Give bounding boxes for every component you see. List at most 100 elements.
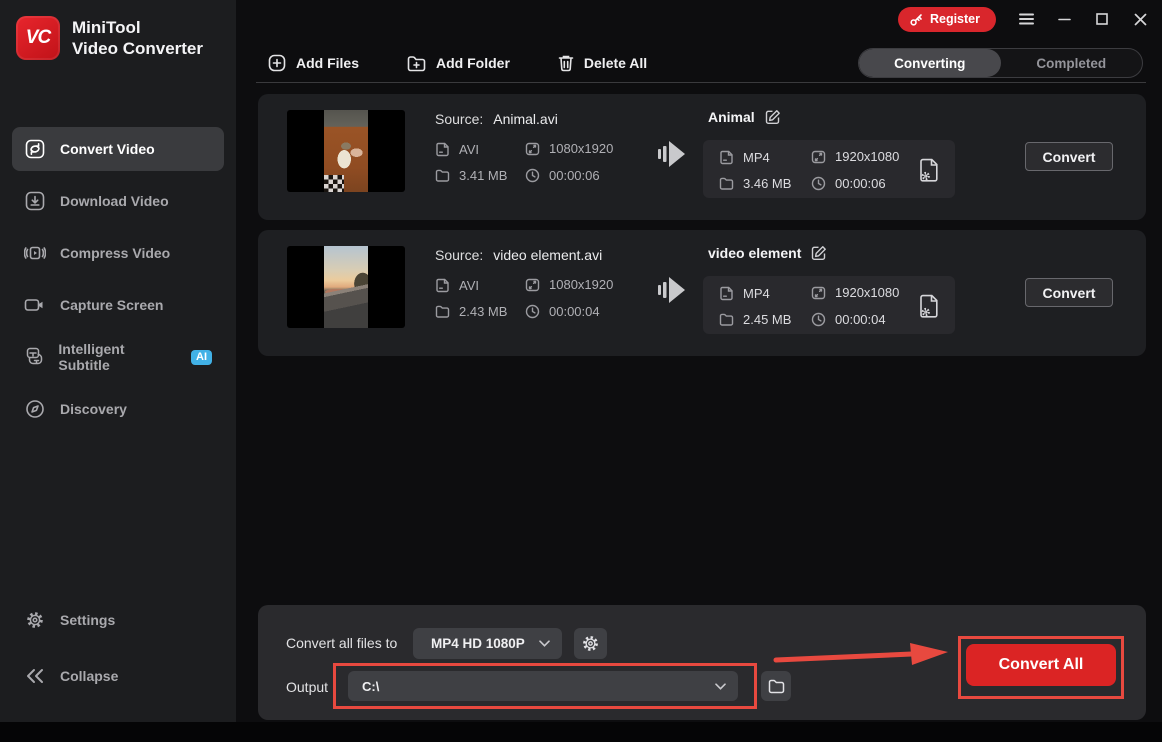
output-path-value: C:\ bbox=[362, 679, 715, 694]
source-duration-value: 00:00:06 bbox=[549, 168, 600, 183]
source-line: Source: Animal.avi bbox=[435, 111, 558, 127]
output-name-row: video element bbox=[708, 245, 827, 261]
intelligent-subtitle-icon bbox=[24, 346, 44, 368]
discovery-icon bbox=[24, 398, 46, 420]
source-size-value: 3.41 MB bbox=[459, 168, 507, 183]
sidebar-item-capture-screen[interactable]: Capture Screen bbox=[12, 283, 224, 327]
source-label: Source: bbox=[435, 111, 483, 127]
app-title: MiniTool Video Converter bbox=[72, 17, 203, 59]
edit-icon[interactable] bbox=[811, 245, 827, 261]
collapse-icon bbox=[24, 665, 46, 687]
capture-screen-icon bbox=[24, 294, 46, 316]
app-window: VC MiniTool Video Converter Convert Vide… bbox=[0, 0, 1162, 722]
convert-all-button[interactable]: Convert All bbox=[966, 644, 1116, 686]
resolution-icon bbox=[811, 150, 826, 164]
annotation-arrow bbox=[772, 638, 952, 672]
source-format-value: AVI bbox=[459, 142, 479, 157]
output-name: Animal bbox=[708, 109, 755, 125]
video-thumbnail bbox=[287, 110, 405, 192]
thumbnail-detail bbox=[324, 175, 344, 192]
source-duration: 00:00:04 bbox=[525, 304, 600, 319]
ai-badge: AI bbox=[191, 350, 212, 365]
folder-icon bbox=[719, 177, 734, 190]
delete-all-button[interactable]: Delete All bbox=[558, 48, 647, 78]
source-label: Source: bbox=[435, 247, 483, 263]
thumbnail-image bbox=[324, 110, 368, 192]
output-size: 2.45 MB bbox=[719, 312, 791, 327]
sidebar-item-compress-video[interactable]: Compress Video bbox=[12, 231, 224, 275]
output-resolution-value: 1920x1080 bbox=[835, 149, 899, 164]
gear-icon bbox=[24, 609, 46, 631]
thumbnail-image bbox=[324, 246, 368, 328]
convert-button[interactable]: Convert bbox=[1025, 278, 1113, 307]
output-size-value: 3.46 MB bbox=[743, 176, 791, 191]
clock-icon bbox=[525, 168, 540, 183]
delete-all-label: Delete All bbox=[584, 55, 647, 71]
preset-settings-button[interactable] bbox=[574, 628, 607, 659]
clock-icon bbox=[811, 312, 826, 327]
source-resolution-value: 1080x1920 bbox=[549, 277, 613, 292]
sidebar-item-label: Download Video bbox=[60, 193, 169, 209]
app-title-line2: Video Converter bbox=[72, 38, 203, 59]
file-format-icon bbox=[719, 285, 734, 301]
main-content: Add Files Add Folder Delete All Converti… bbox=[236, 0, 1162, 722]
file-settings-icon[interactable] bbox=[917, 291, 941, 319]
sidebar-item-label: Capture Screen bbox=[60, 297, 163, 313]
file-format-icon bbox=[719, 149, 734, 165]
folder-icon bbox=[435, 305, 450, 318]
output-size-value: 2.45 MB bbox=[743, 312, 791, 327]
tab-converting[interactable]: Converting bbox=[859, 49, 1001, 77]
output-duration: 00:00:04 bbox=[811, 312, 886, 327]
sidebar-item-collapse[interactable]: Collapse bbox=[12, 654, 224, 698]
file-format-icon bbox=[435, 141, 450, 157]
output-spec-box: MP4 1920x1080 3.46 MB 00:00:06 bbox=[703, 140, 955, 198]
app-title-line1: MiniTool bbox=[72, 17, 203, 38]
sidebar-item-convert-video[interactable]: Convert Video bbox=[12, 127, 224, 171]
source-size-value: 2.43 MB bbox=[459, 304, 507, 319]
output-label: Output bbox=[286, 679, 328, 695]
source-filename: Animal.avi bbox=[493, 111, 558, 127]
source-format: AVI bbox=[435, 277, 479, 293]
resolution-icon bbox=[525, 278, 540, 292]
forward-arrow-icon bbox=[658, 139, 686, 169]
browse-folder-button[interactable] bbox=[761, 671, 791, 701]
resolution-icon bbox=[811, 286, 826, 300]
source-resolution: 1080x1920 bbox=[525, 277, 613, 292]
output-resolution-value: 1920x1080 bbox=[835, 285, 899, 300]
resolution-icon bbox=[525, 142, 540, 156]
file-settings-icon[interactable] bbox=[917, 155, 941, 183]
source-size: 2.43 MB bbox=[435, 304, 507, 319]
sidebar-item-settings[interactable]: Settings bbox=[12, 598, 224, 642]
convert-button[interactable]: Convert bbox=[1025, 142, 1113, 171]
add-files-button[interactable]: Add Files bbox=[268, 48, 359, 78]
add-folder-icon bbox=[407, 55, 426, 72]
video-thumbnail bbox=[287, 246, 405, 328]
source-format: AVI bbox=[435, 141, 479, 157]
source-resolution: 1080x1920 bbox=[525, 141, 613, 156]
sidebar-nav: Convert Video Download Video Compress Vi… bbox=[12, 127, 224, 431]
output-path-dropdown[interactable]: C:\ bbox=[348, 671, 738, 701]
output-resolution: 1920x1080 bbox=[811, 149, 899, 164]
file-format-icon bbox=[435, 277, 450, 293]
sidebar-item-download-video[interactable]: Download Video bbox=[12, 179, 224, 223]
add-folder-label: Add Folder bbox=[436, 55, 510, 71]
folder-icon bbox=[435, 169, 450, 182]
tab-completed[interactable]: Completed bbox=[1001, 49, 1143, 77]
sidebar-item-intelligent-subtitle[interactable]: Intelligent Subtitle AI bbox=[12, 335, 224, 379]
output-size: 3.46 MB bbox=[719, 176, 791, 191]
output-spec-box: MP4 1920x1080 2.45 MB 00:00:04 bbox=[703, 276, 955, 334]
output-duration-value: 00:00:04 bbox=[835, 312, 886, 327]
add-folder-button[interactable]: Add Folder bbox=[407, 48, 510, 78]
preset-dropdown[interactable]: MP4 HD 1080P bbox=[413, 628, 562, 659]
add-files-icon bbox=[268, 54, 286, 72]
output-resolution: 1920x1080 bbox=[811, 285, 899, 300]
output-format: MP4 bbox=[719, 149, 770, 165]
file-row: Source:Animal.avi AVI 1080x1920 3.41 MB … bbox=[258, 94, 1146, 220]
clock-icon bbox=[811, 176, 826, 191]
source-line: Source:video element.avi bbox=[435, 247, 602, 263]
output-name-row: Animal bbox=[708, 109, 781, 125]
edit-icon[interactable] bbox=[765, 109, 781, 125]
toolbar-divider bbox=[256, 82, 1146, 83]
forward-arrow-icon bbox=[658, 275, 686, 305]
sidebar-item-discovery[interactable]: Discovery bbox=[12, 387, 224, 431]
